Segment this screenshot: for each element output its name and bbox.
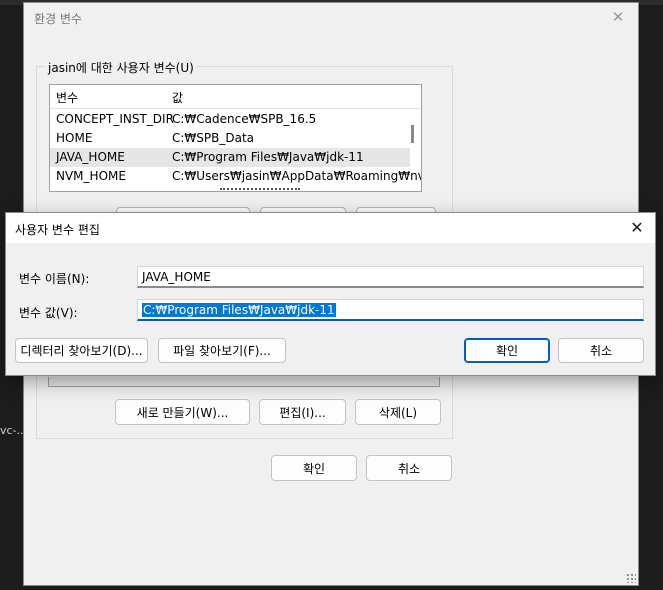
close-icon[interactable]: ✕ (606, 5, 630, 29)
list-item[interactable]: HOME C:₩SPB_Data (50, 129, 410, 148)
variable-value-field[interactable]: C:₩Program Files₩Java₩jdk-11 (137, 299, 644, 321)
system-variables-list[interactable] (48, 377, 440, 387)
edit-variable-button[interactable]: 편집(I)... (259, 399, 346, 425)
resize-grip-icon[interactable] (626, 573, 636, 583)
variable-name: NVM_HOME (56, 169, 126, 183)
variable-name: CONCEPT_INST_DIR (56, 112, 174, 126)
variable-name-label: 변수 이름(N): (19, 272, 90, 286)
variable-value-label: 변수 값(V): (19, 306, 78, 320)
list-item-selected[interactable]: JAVA_HOME C:₩Program Files₩Java₩jdk-11 (50, 148, 410, 167)
variable-value: C:₩Users₩jasin₩AppData₩Roaming₩nvm (172, 169, 422, 183)
variable-value: C:₩Program Files₩Java₩jdk-11 (172, 150, 364, 164)
variable-name: JAVA_HOME (56, 150, 125, 164)
variable-name: HOME (56, 131, 93, 145)
dialog-title: 사용자 변수 편집 (15, 223, 100, 237)
window-title: 환경 변수 (34, 12, 82, 26)
ok-button[interactable]: 확인 (271, 455, 357, 481)
list-header: 변수 값 (50, 85, 421, 109)
group-label: jasin에 대한 사용자 변수(U) (45, 59, 197, 76)
user-variables-list[interactable]: 변수 값 CONCEPT_INST_DIR C:₩Cadence₩SPB_16.… (49, 84, 422, 192)
list-item[interactable]: NVM_HOME C:₩Users₩jasin₩AppData₩Roaming₩… (50, 167, 421, 186)
browse-directory-button[interactable]: 디렉터리 찾아보기(D)... (15, 338, 148, 363)
delete-variable-button[interactable]: 삭제(L) (355, 399, 441, 425)
close-icon[interactable]: ✕ (625, 216, 649, 240)
edit-user-variable-dialog: 사용자 변수 편집 ✕ 변수 이름(N): JAVA_HOME 변수 값(V):… (5, 212, 656, 376)
selected-text: C:₩Program Files₩Java₩jdk-11 (142, 303, 336, 317)
column-header-value[interactable]: 값 (172, 89, 183, 106)
ok-button[interactable]: 확인 (464, 338, 550, 363)
browse-file-button[interactable]: 파일 찾아보기(F)... (158, 338, 286, 363)
cancel-button[interactable]: 취소 (366, 455, 452, 481)
dialog-titlebar: 사용자 변수 편집 ✕ (6, 213, 655, 243)
new-variable-button[interactable]: 새로 만들기(W)... (115, 399, 250, 425)
column-header-variable[interactable]: 변수 (56, 89, 78, 106)
variable-value: C:₩SPB_Data (172, 131, 255, 145)
list-item[interactable]: CONCEPT_INST_DIR C:₩Cadence₩SPB_16.5 (50, 110, 410, 129)
partial-list-item (220, 188, 300, 190)
variable-name-field[interactable]: JAVA_HOME (137, 266, 644, 288)
list-scrollbar[interactable] (411, 125, 414, 143)
variable-value: C:₩Cadence₩SPB_16.5 (172, 112, 317, 126)
cancel-button[interactable]: 취소 (558, 338, 644, 363)
